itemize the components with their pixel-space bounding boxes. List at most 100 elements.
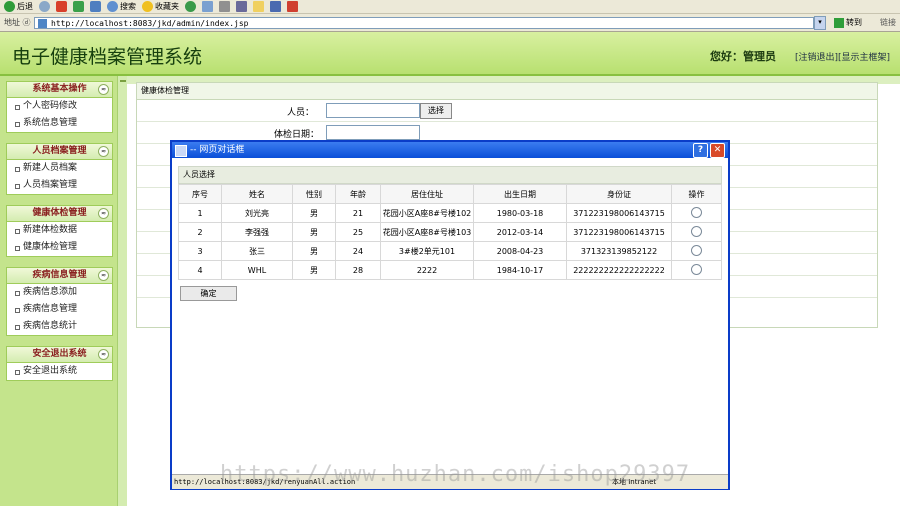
bullet-icon	[15, 122, 20, 127]
menu-group-title[interactable]: 健康体检管理 ≈	[7, 206, 112, 222]
dialog-titlebar[interactable]: -- 网页对话框 ? ✕	[172, 142, 728, 158]
sidebar: 系统基本操作 ≈ 个人密码修改 系统信息管理 人员档案管理 ≈ 新建人员档案 人…	[0, 76, 117, 506]
folder-button[interactable]	[253, 1, 264, 12]
sidebar-item-disease-add[interactable]: 疾病信息添加	[7, 284, 112, 301]
table-header-row: 序号 姓名 性别 年龄 居住住址 出生日期 身份证 操作	[178, 184, 722, 204]
column-header: 姓名	[221, 184, 293, 204]
print-icon	[219, 1, 230, 12]
chevron-down-icon[interactable]: ▾	[814, 15, 826, 30]
menu-group-title[interactable]: 疾病信息管理 ≈	[7, 268, 112, 284]
select-person-button[interactable]: 选择	[420, 103, 452, 119]
cell-index: 2	[178, 222, 222, 242]
collapse-icon[interactable]: ≈	[98, 349, 109, 360]
search-button[interactable]: 搜索	[107, 1, 136, 12]
sidebar-item-password[interactable]: 个人密码修改	[7, 98, 112, 115]
address-bar: 地址 ⓓ http://localhost:8083/jkd/admin/ind…	[0, 14, 900, 32]
sidebar-item-disease-stats[interactable]: 疾病信息统计	[7, 318, 112, 335]
search-icon	[107, 1, 118, 12]
edit-icon	[236, 1, 247, 12]
cell-gender: 男	[292, 203, 336, 223]
cell-id-number: 371223198006143715	[566, 203, 672, 223]
select-radio[interactable]	[691, 263, 702, 275]
column-header: 年龄	[335, 184, 381, 204]
mail-icon	[202, 1, 213, 12]
edit-button[interactable]	[236, 1, 247, 12]
collapse-icon[interactable]: ≈	[98, 146, 109, 157]
logout-link[interactable]: [注销退出]	[795, 50, 838, 63]
help-icon[interactable]: ?	[693, 143, 708, 158]
stop-button[interactable]	[56, 1, 67, 12]
bullet-icon	[15, 308, 20, 313]
star-icon	[142, 1, 153, 12]
sidebar-item-personnel-manage[interactable]: 人员档案管理	[7, 177, 112, 194]
checkup-date-label: 体检日期：	[274, 130, 320, 140]
stop-icon	[56, 1, 67, 12]
home-icon	[90, 1, 101, 12]
cell-name: 刘光亮	[221, 203, 293, 223]
mail-button[interactable]	[202, 1, 213, 12]
window-icon	[175, 145, 187, 157]
table-row: 3 张三 男 24 3#楼2单元101 2008-04-23 371323139…	[178, 241, 722, 261]
menu-group-exit: 安全退出系统 ≈ 安全退出系统	[6, 346, 113, 381]
cell-index: 4	[178, 260, 222, 280]
sidebar-item-disease-manage[interactable]: 疾病信息管理	[7, 301, 112, 318]
sidebar-item-checkup-manage[interactable]: 健康体检管理	[7, 239, 112, 256]
close-icon[interactable]: ✕	[710, 143, 725, 158]
menu-group-personnel: 人员档案管理 ≈ 新建人员档案 人员档案管理	[6, 143, 113, 195]
column-header: 出生日期	[473, 184, 567, 204]
column-header: 操作	[671, 184, 722, 204]
collapse-icon[interactable]: ≈	[98, 270, 109, 281]
menu-group-title[interactable]: 人员档案管理 ≈	[7, 144, 112, 160]
cell-name: 李强强	[221, 222, 293, 242]
home-button[interactable]	[90, 1, 101, 12]
page-icon	[38, 18, 47, 28]
table-row: 2 李强强 男 25 花园小区A座8#号楼103 2012-03-14 3712…	[178, 222, 722, 242]
grip-icon	[120, 80, 126, 82]
messenger-button[interactable]	[270, 1, 281, 12]
history-button[interactable]	[185, 1, 196, 12]
show-main-frame-link[interactable]: [显示主框架]	[838, 50, 890, 63]
cell-address: 3#楼2单元101	[380, 241, 474, 261]
collapse-icon[interactable]: ≈	[98, 84, 109, 95]
go-button[interactable]: 转到	[834, 17, 862, 28]
refresh-button[interactable]	[73, 1, 84, 12]
form-row-divider	[137, 121, 877, 122]
back-arrow-icon	[4, 1, 15, 12]
watermark: https://www.huzhan.com/ishop29397	[220, 462, 691, 487]
collapse-icon[interactable]: ≈	[98, 208, 109, 219]
select-radio[interactable]	[691, 225, 702, 237]
person-input[interactable]	[326, 103, 420, 118]
research-button[interactable]	[287, 1, 298, 12]
cell-gender: 男	[292, 260, 336, 280]
sidebar-item-system-info[interactable]: 系统信息管理	[7, 115, 112, 132]
checkup-date-input[interactable]	[326, 125, 420, 140]
bullet-icon	[15, 167, 20, 172]
user-greeting: 您好：管理员	[710, 50, 776, 63]
sidebar-item-exit[interactable]: 安全退出系统	[7, 363, 112, 380]
history-icon	[185, 1, 196, 12]
favorites-button[interactable]: 收藏夹	[142, 1, 179, 12]
browser-toolbar: 后退 搜索 收藏夹	[0, 0, 900, 14]
menu-group-title[interactable]: 系统基本操作 ≈	[7, 82, 112, 98]
sidebar-item-new-checkup[interactable]: 新建体检数据	[7, 222, 112, 239]
url-input[interactable]: http://localhost:8083/jkd/admin/index.js…	[34, 16, 814, 29]
menu-group-system: 系统基本操作 ≈ 个人密码修改 系统信息管理	[6, 81, 113, 133]
select-radio[interactable]	[691, 244, 702, 256]
forward-arrow-icon	[39, 1, 50, 12]
links-button[interactable]: 链接	[880, 17, 896, 28]
cell-action	[671, 222, 722, 242]
cell-gender: 男	[292, 222, 336, 242]
cell-id-number: 371223198006143715	[566, 222, 672, 242]
forward-button[interactable]	[39, 1, 50, 12]
cell-action	[671, 260, 722, 280]
sidebar-item-new-personnel[interactable]: 新建人员档案	[7, 160, 112, 177]
cell-name: WHL	[221, 260, 293, 280]
confirm-button[interactable]: 确定	[180, 286, 237, 301]
back-button[interactable]: 后退	[4, 1, 33, 12]
bullet-icon	[15, 370, 20, 375]
menu-group-title[interactable]: 安全退出系统 ≈	[7, 347, 112, 363]
column-header: 身份证	[566, 184, 672, 204]
bullet-icon	[15, 291, 20, 296]
select-radio[interactable]	[691, 206, 702, 218]
print-button[interactable]	[219, 1, 230, 12]
